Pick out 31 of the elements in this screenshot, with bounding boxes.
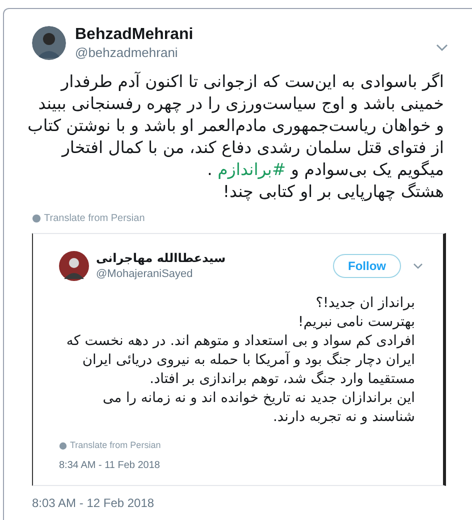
chevron-down-icon[interactable] — [413, 262, 423, 270]
quoted-text-line: این براندازان جدید نه تاریخ خوانده اند و نه زمانه را می — [102, 389, 415, 408]
username[interactable]: @behzadmehrani — [75, 45, 194, 61]
tweet-text-line: و خواهان ریاست‌جمهوری مادم‌العمر او باشد و با نوشتن کتاب — [28, 116, 444, 135]
translate-link[interactable]: Translate from Persian — [44, 211, 145, 226]
quoted-text-line: بهترست نامی نبریم! — [297, 313, 415, 332]
tweet-text-line: از فتوای قتل سلمان رشدی دفاع کند، من با کمال افتخار — [62, 138, 444, 157]
globe-icon — [32, 214, 41, 223]
tweet-text-line: اگر باسوادی به این‌ست که ازجوانی تا اکنون آدم طرفدار — [61, 72, 444, 91]
quoted-text-line: مستقیما وارد جنگ شد، توهم براندازی بر افتاد. — [148, 370, 415, 389]
translate-link[interactable]: Translate from Persian — [70, 439, 161, 452]
timestamp[interactable]: 8:34 AM - 11 Feb 2018 — [33, 458, 443, 472]
tweet-text: . — [207, 160, 214, 179]
quoted-text-line: شناسند و نه تجربه دارند. — [272, 408, 415, 427]
quoted-text-line: افرادی کم سواد و بی استعداد و متوهم اند. در دهه نخست که — [65, 332, 415, 351]
hashtag-link[interactable]: #براندازم — [218, 160, 286, 179]
globe-icon — [59, 442, 67, 450]
quoted-tweet-card[interactable] — [32, 233, 446, 486]
avatar[interactable] — [32, 26, 66, 60]
tweet-text-line: خمینی باشد و اوج سیاست‌ورزی را در چهره رفسنجانی ببیند — [38, 94, 444, 113]
chevron-down-icon[interactable] — [436, 44, 448, 52]
display-name[interactable]: سیدعطاالله مهاجرانی — [96, 250, 226, 266]
tweet-text-line: هشتگ چهارپایی بر او کتابی چند! — [222, 182, 444, 201]
avatar[interactable] — [59, 251, 89, 281]
timestamp[interactable]: 8:03 AM - 12 Feb 2018 — [4, 494, 472, 512]
quoted-text-line: ایران دچار جنگ بود و آمریکا با حمله به نیروی دریائی ایران — [81, 351, 415, 370]
follow-button[interactable]: Follow — [333, 254, 401, 278]
quoted-text-line: برانداز ان جدید!؟ — [314, 294, 415, 313]
tweet-text-line: میگویم یک بی‌سوادم و — [289, 160, 444, 179]
display-name[interactable]: BehzadMehrani — [75, 25, 194, 45]
username[interactable]: @MohajeraniSayed — [96, 266, 226, 282]
